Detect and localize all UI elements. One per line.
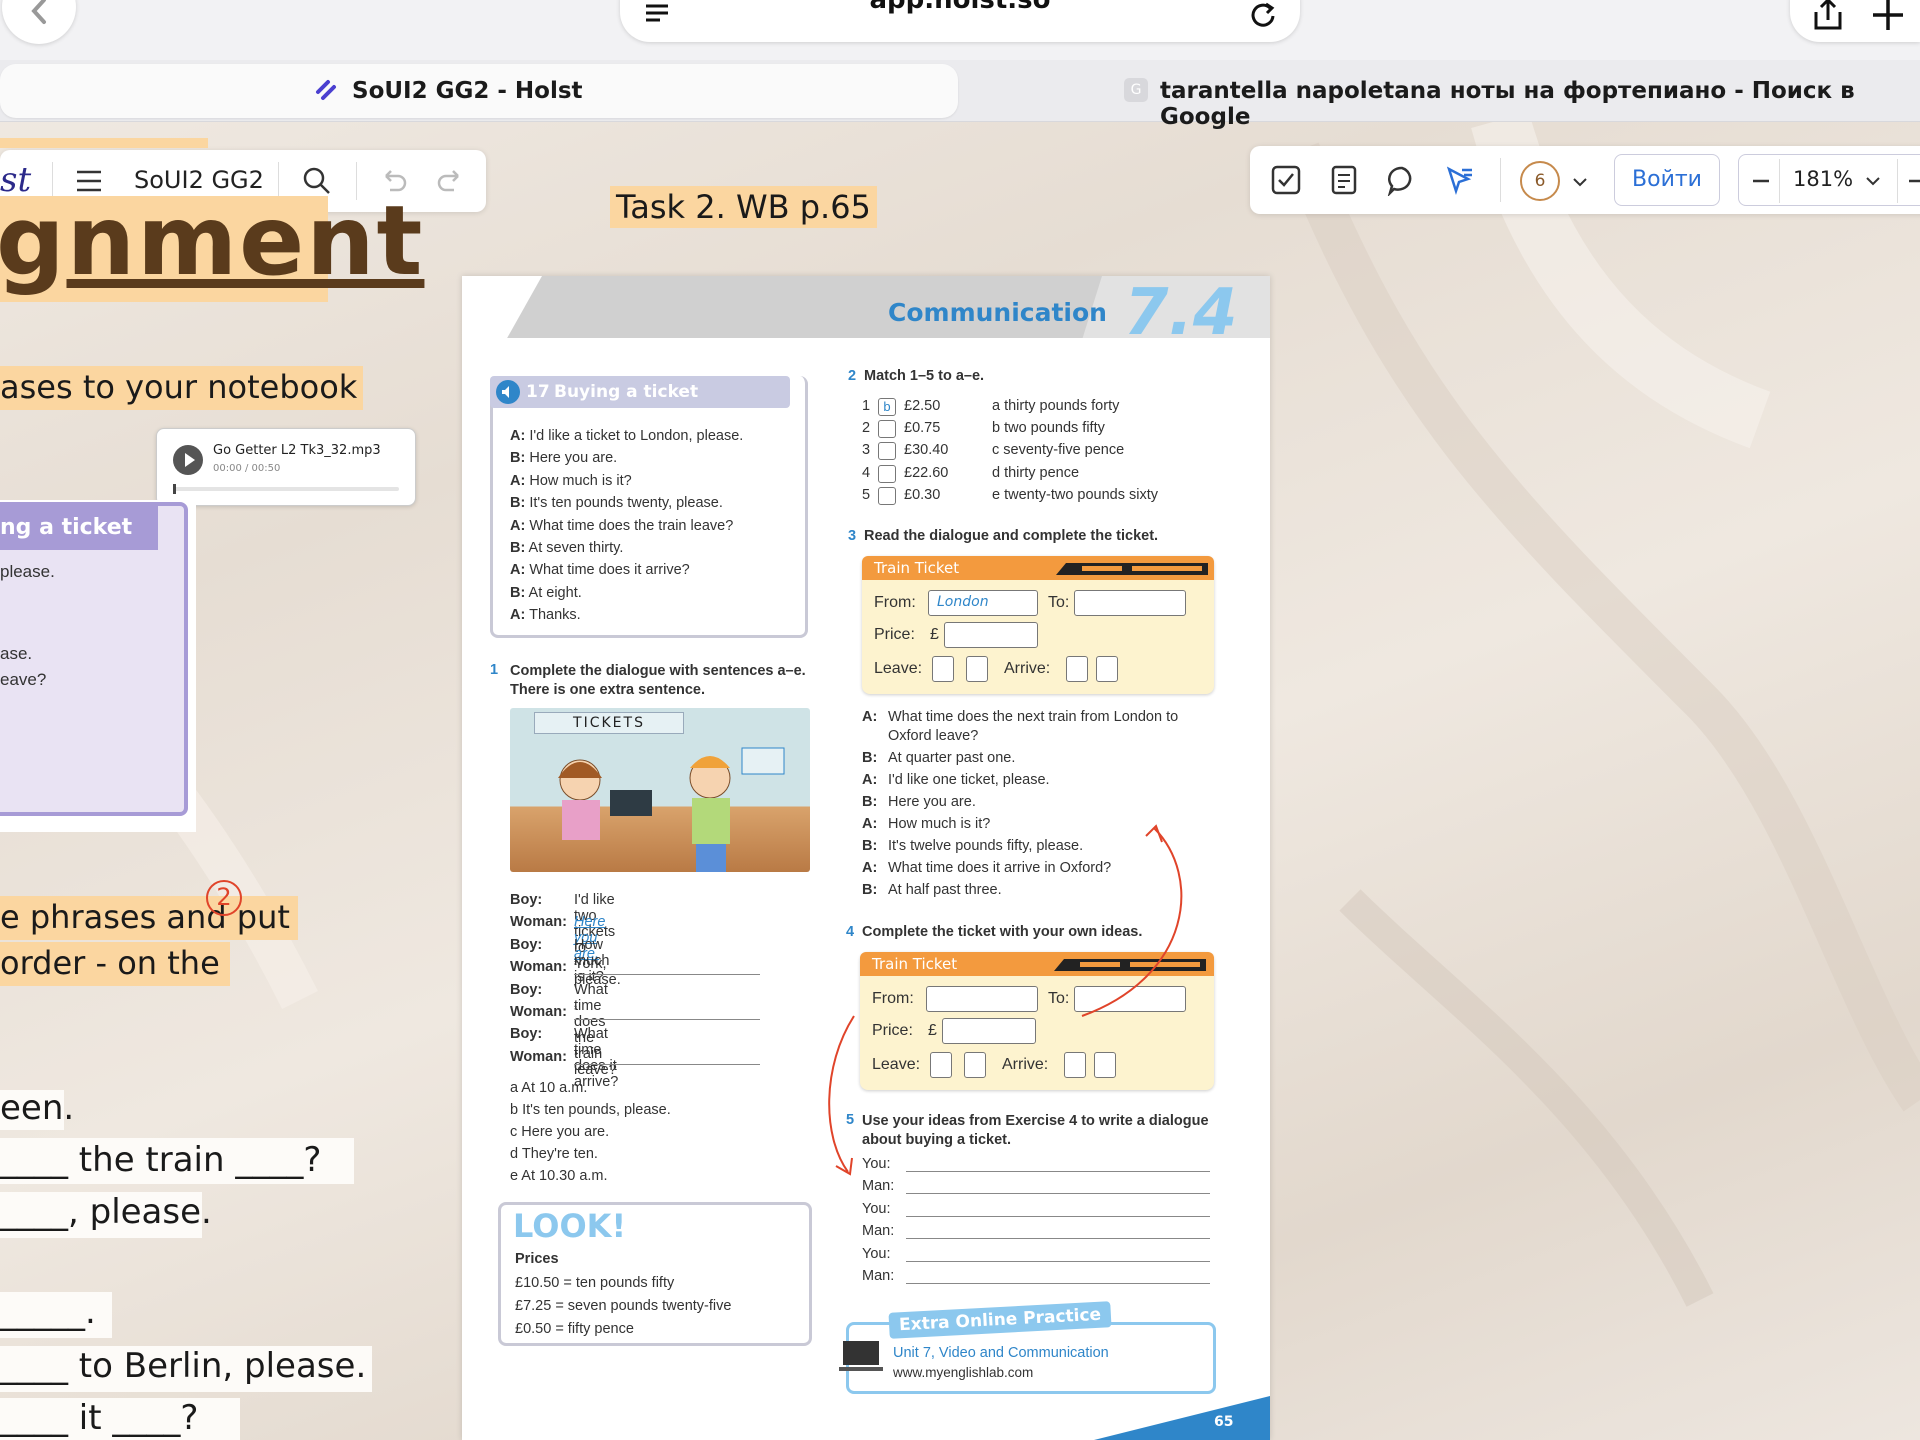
workbook-page[interactable]: Communication 7.4 17 Buying a ticket A: … bbox=[462, 276, 1270, 1440]
participants-badge[interactable]: 6 bbox=[1520, 161, 1560, 201]
zoom-control: 181% bbox=[1738, 154, 1920, 206]
tab-holst[interactable]: SoUI2 GG2 - Holst bbox=[0, 64, 958, 118]
audio-player[interactable]: Go Getter L2 Tk3_32.mp3 00:00 / 00:50 bbox=[156, 428, 416, 506]
zoom-out-icon[interactable] bbox=[1749, 169, 1773, 193]
tab-google[interactable]: G tarantella napoletana ноты на фортепиа… bbox=[960, 64, 1920, 130]
audio-filename: Go Getter L2 Tk3_32.mp3 bbox=[213, 443, 381, 458]
audio-progress-handle[interactable] bbox=[173, 484, 176, 494]
instruction-order[interactable]: order - on the bbox=[0, 942, 230, 986]
browser-actions bbox=[1790, 0, 1920, 42]
audio-time: 00:00 / 00:50 bbox=[213, 463, 281, 474]
exercise-line[interactable]: _____. bbox=[0, 1292, 96, 1332]
assignment-heading[interactable]: gnment bbox=[0, 186, 424, 296]
google-icon: G bbox=[1124, 78, 1148, 102]
exercise-line[interactable]: een. bbox=[0, 1088, 74, 1128]
exercise-line[interactable]: ____, please. bbox=[0, 1192, 212, 1232]
exercise-line[interactable]: ____ the train ____? bbox=[0, 1140, 321, 1180]
instruction-phrases[interactable]: e phrases and put bbox=[0, 896, 298, 940]
exercise-line[interactable]: ____ to Berlin, please. bbox=[0, 1346, 366, 1386]
reload-icon[interactable] bbox=[1248, 0, 1278, 30]
login-button[interactable]: Войти bbox=[1614, 154, 1720, 206]
annotation-arrows bbox=[828, 824, 1183, 1176]
zoom-level[interactable]: 181% bbox=[1793, 167, 1853, 191]
holst-icon bbox=[316, 80, 336, 100]
audio-progress[interactable] bbox=[173, 484, 399, 494]
highlight-strip bbox=[0, 138, 208, 148]
checkbox-tool-icon[interactable] bbox=[1270, 164, 1302, 196]
left-card-line: eave? bbox=[0, 670, 47, 689]
left-card-title: ng a ticket bbox=[0, 506, 158, 550]
task-label[interactable]: Task 2. WB p.65 bbox=[610, 186, 877, 228]
annotation-number: 2 bbox=[206, 880, 242, 916]
chevron-down-icon[interactable] bbox=[1570, 172, 1590, 192]
chevron-left-icon bbox=[31, 0, 46, 24]
left-card-line: ase. bbox=[0, 644, 33, 663]
comment-icon[interactable] bbox=[1386, 164, 1418, 196]
divider bbox=[1779, 159, 1780, 203]
new-tab-icon[interactable] bbox=[1870, 0, 1906, 34]
address-bar[interactable]: app.holst.so bbox=[620, 0, 1300, 42]
note-tool-icon[interactable] bbox=[1328, 164, 1360, 196]
left-card[interactable]: ng a ticket please. ase. eave? bbox=[0, 502, 188, 816]
left-card-line: please. bbox=[0, 562, 55, 581]
share-icon[interactable] bbox=[1810, 0, 1846, 34]
redo-icon[interactable] bbox=[436, 166, 466, 196]
url-text: app.holst.so bbox=[869, 0, 1051, 15]
back-button[interactable] bbox=[2, 0, 76, 44]
play-icon bbox=[185, 453, 195, 467]
instruction-notebook[interactable]: ases to your notebook bbox=[0, 366, 364, 410]
play-button[interactable] bbox=[173, 445, 203, 475]
board-tools: 6 Войти 181% bbox=[1250, 146, 1920, 214]
exercise-line[interactable]: ____ it ____? bbox=[0, 1398, 198, 1438]
zoom-in-icon[interactable] bbox=[1905, 169, 1920, 193]
chevron-down-icon[interactable] bbox=[1863, 171, 1883, 191]
divider bbox=[1897, 159, 1898, 203]
divider bbox=[1500, 158, 1501, 202]
presenter-pointer-icon[interactable] bbox=[1444, 164, 1476, 196]
tab-title: tarantella napoletana ноты на фортепиано… bbox=[1160, 78, 1855, 130]
tab-title: SoUI2 GG2 - Holst bbox=[352, 78, 583, 104]
